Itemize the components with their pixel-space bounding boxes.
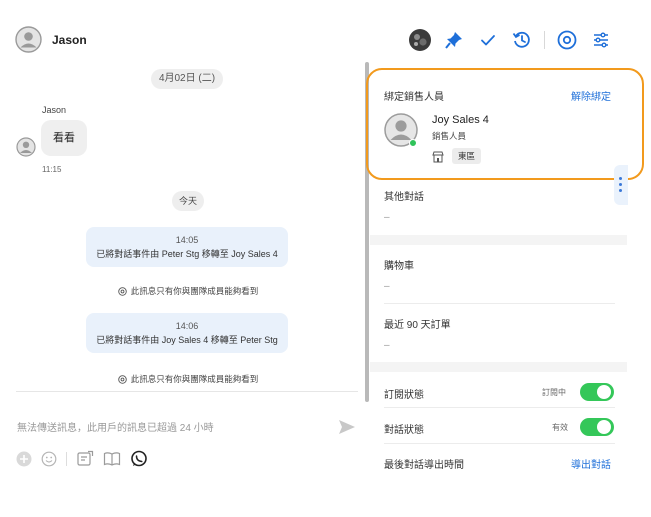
- top-bar: Jason: [0, 0, 651, 62]
- history-icon[interactable]: [510, 28, 534, 52]
- system-message-text: 已將對話事件由 Joy Sales 4 移轉至 Peter Stg: [96, 335, 278, 345]
- bound-sales-title: 綁定銷售人員: [384, 92, 444, 103]
- visibility-note-text: 此訊息只有你與團隊成員能夠看到: [130, 286, 259, 296]
- online-status-indicator: [409, 139, 417, 147]
- section-divider: [384, 407, 615, 408]
- handle-dot: [619, 177, 622, 180]
- handle-dot: [619, 183, 622, 186]
- whatsapp-icon[interactable]: [130, 450, 148, 468]
- sales-name: Joy Sales 4: [432, 114, 489, 126]
- section-divider: [384, 303, 615, 304]
- subscription-status-label: 訂閱狀態: [384, 390, 424, 401]
- system-message-time: 14:05: [175, 235, 199, 245]
- export-conversation-button[interactable]: 導出對話: [571, 456, 611, 471]
- system-message-text: 已將對話事件由 Peter Stg 移轉至 Joy Sales 4: [96, 249, 278, 259]
- checkmark-icon[interactable]: [476, 28, 500, 52]
- eye-icon: [118, 374, 127, 384]
- subscription-status-value: 訂閱中: [542, 388, 566, 397]
- pin-icon[interactable]: [442, 28, 466, 52]
- last-export-label: 最後對話導出時間: [384, 460, 464, 471]
- sales-role: 銷售人員: [432, 131, 467, 141]
- visibility-note: 此訊息只有你與團隊成員能夠看到: [88, 285, 288, 297]
- visibility-note: 此訊息只有你與團隊成員能夠看到: [88, 373, 288, 385]
- visibility-note-text: 此訊息只有你與團隊成員能夠看到: [130, 374, 259, 384]
- book-icon[interactable]: [103, 451, 121, 467]
- sliders-icon[interactable]: [589, 28, 613, 52]
- eye-icon: [118, 286, 127, 296]
- section-gap: [370, 235, 627, 245]
- other-conversations-label: 其他對話: [384, 192, 424, 203]
- section-divider: [384, 443, 615, 444]
- template-icon[interactable]: [76, 450, 94, 468]
- message-sender: Jason: [42, 105, 67, 115]
- subscription-toggle[interactable]: [580, 383, 614, 401]
- conversation-toggle[interactable]: [580, 418, 614, 436]
- toolbar-separator: [66, 452, 67, 466]
- date-separator: 4月02日 (二): [151, 69, 223, 89]
- eye-icon[interactable]: [555, 28, 579, 52]
- header-separator: [544, 31, 545, 49]
- store-icon: [432, 150, 444, 168]
- contact-name: Jason: [52, 33, 87, 47]
- panel-collapse-handle[interactable]: [614, 165, 628, 205]
- recent-orders-label: 最近 90 天訂單: [384, 320, 451, 331]
- header-actions: [408, 26, 623, 54]
- cart-value: –: [384, 281, 390, 292]
- composer-toolbar: [16, 450, 157, 468]
- handle-dot: [619, 189, 622, 192]
- section-gap: [370, 362, 627, 372]
- add-icon[interactable]: [16, 451, 32, 467]
- send-icon[interactable]: [338, 418, 356, 441]
- system-message-time: 14:06: [175, 321, 199, 331]
- emoji-icon[interactable]: [41, 451, 57, 467]
- system-message-bubble: 14:05 已將對話事件由 Peter Stg 移轉至 Joy Sales 4: [86, 227, 288, 267]
- unbind-button[interactable]: 解除綁定: [571, 88, 611, 103]
- today-separator: 今天: [172, 191, 204, 211]
- chat-thread[interactable]: 4月02日 (二) Jason 看看 11:15 今天 14:05 已將對話事件…: [0, 62, 367, 517]
- system-message-bubble: 14:06 已將對話事件由 Joy Sales 4 移轉至 Peter Stg: [86, 313, 288, 353]
- store-badge: 東區: [452, 148, 482, 164]
- contact-avatar-icon[interactable]: [15, 26, 42, 53]
- cart-label: 購物車: [384, 261, 414, 272]
- incoming-message-bubble[interactable]: 看看: [41, 120, 87, 156]
- message-timestamp: 11:15: [42, 165, 62, 174]
- sender-avatar-icon: [16, 137, 36, 157]
- recent-orders-value: –: [384, 340, 390, 351]
- conversation-status-label: 對話狀態: [384, 425, 424, 436]
- conversation-status-value: 有效: [552, 423, 568, 432]
- other-conversations-value: –: [384, 212, 390, 223]
- composer-disabled-text: 無法傳送訊息，此用戶的訊息已超過 24 小時: [17, 423, 214, 434]
- photo-avatar-icon[interactable]: [408, 28, 432, 52]
- composer-divider: [16, 391, 358, 392]
